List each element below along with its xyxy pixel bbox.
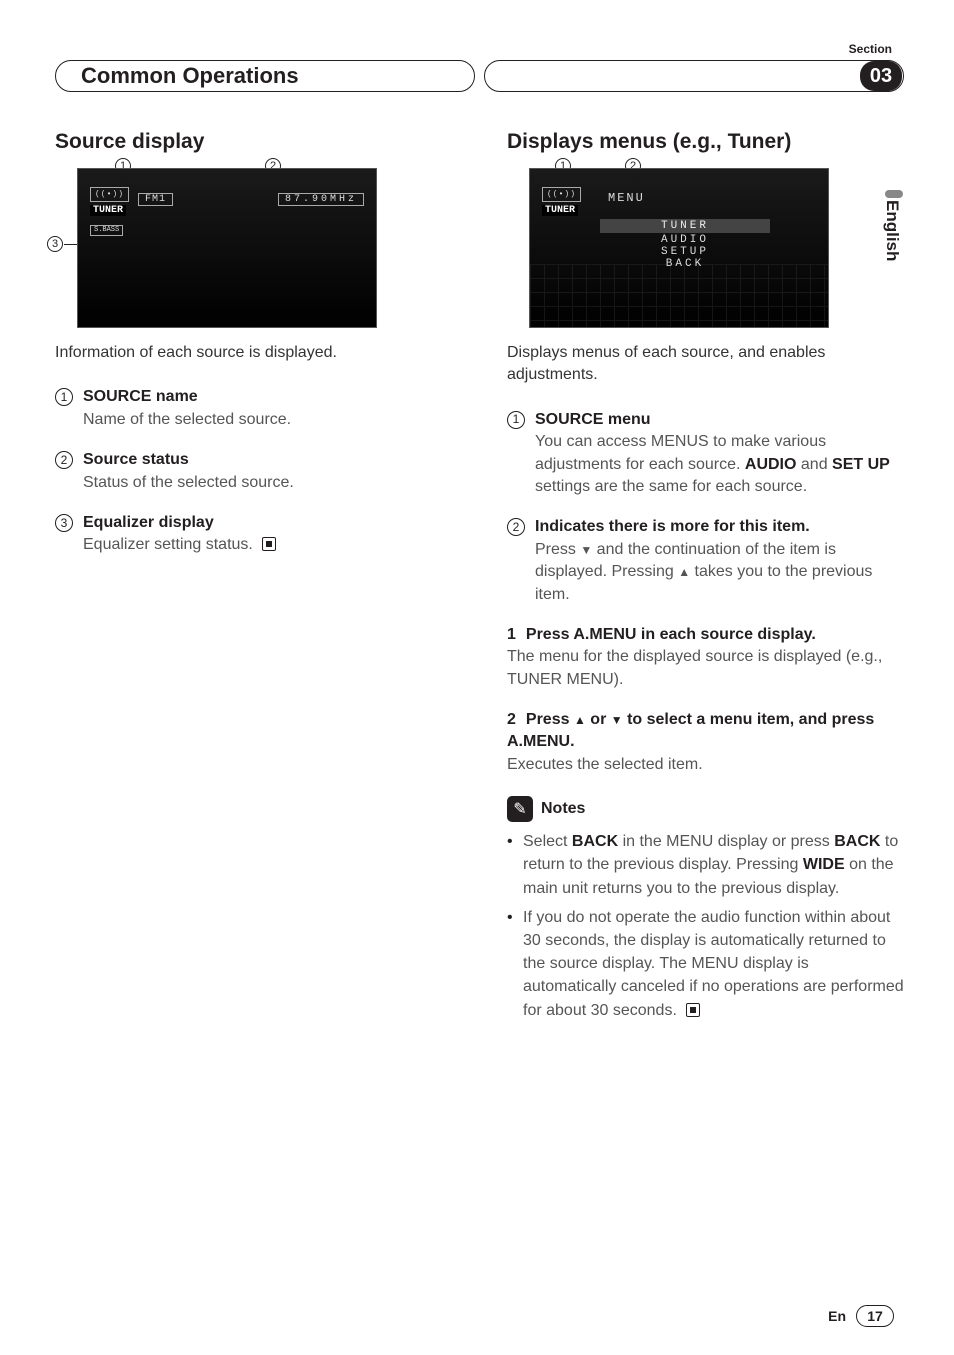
- circle-3: 3: [55, 514, 73, 532]
- lcd-sbass: S.BASS: [90, 225, 123, 236]
- footer-page-number: 17: [856, 1305, 894, 1327]
- item-source-status: 2 Source status Status of the selected s…: [55, 449, 452, 494]
- lcd-menu-tuner-label: TUNER: [542, 205, 578, 216]
- item-desc-r1: You can access MENUS to make various adj…: [535, 431, 904, 498]
- item-equalizer: 3 Equalizer display Equalizer setting st…: [55, 512, 452, 557]
- item-source-name: 1 SOURCE name Name of the selected sourc…: [55, 386, 452, 431]
- source-display-figure: 1 2 3 ((•)) TUNER FM1 87.90MHz S.BASS: [55, 168, 452, 328]
- item-desc-2: Status of the selected source.: [83, 472, 452, 494]
- step-num-2: 2: [507, 711, 516, 728]
- page-footer: En 17: [828, 1305, 894, 1327]
- item-source-menu: 1 SOURCE menu You can access MENUS to ma…: [507, 409, 904, 499]
- lcd-band: FM1: [138, 193, 173, 206]
- chapter-title: Common Operations: [81, 63, 299, 89]
- chapter-title-capsule: Common Operations: [55, 60, 475, 92]
- lcd-menu-title: MENU: [608, 191, 645, 205]
- lcd-frequency: 87.90MHz: [278, 193, 364, 206]
- down-arrow-icon: ▼: [580, 543, 592, 557]
- notes-title: Notes: [541, 800, 585, 818]
- lcd-tuner-icon: ((•)): [90, 187, 129, 202]
- source-display-caption: Information of each source is displayed.: [55, 342, 452, 364]
- notes-header: ✎ Notes: [507, 796, 904, 822]
- lcd-menu: ((•)) TUNER MENU TUNER AUDIO SETUP BACK: [529, 168, 829, 328]
- item-desc-r2: Press ▼ and the continuation of the item…: [535, 539, 904, 606]
- section-label: Section: [849, 42, 892, 56]
- note-2: If you do not operate the audio function…: [507, 906, 904, 1022]
- menus-caption: Displays menus of each source, and enabl…: [507, 342, 904, 387]
- menus-heading: Displays menus (e.g., Tuner): [507, 130, 904, 154]
- source-display-heading: Source display: [55, 130, 452, 154]
- callout-3: 3: [47, 236, 63, 252]
- circle-r1: 1: [507, 411, 525, 429]
- item-title-1: SOURCE name: [83, 388, 198, 405]
- item-title-2: Source status: [83, 451, 189, 468]
- up-arrow-icon: ▲: [678, 565, 690, 579]
- step-2: 2Press ▲ or ▼ to select a menu item, and…: [507, 709, 904, 776]
- item-title-r2: Indicates there is more for this item.: [535, 518, 810, 535]
- end-mark-icon: [262, 537, 276, 551]
- circle-1: 1: [55, 388, 73, 406]
- lcd-source: ((•)) TUNER FM1 87.90MHz S.BASS: [77, 168, 377, 328]
- menu-item-setup: SETUP: [600, 246, 770, 258]
- item-desc-3: Equalizer setting status.: [83, 534, 452, 556]
- end-mark-icon: [686, 1003, 700, 1017]
- menu-item-back: BACK: [600, 258, 770, 270]
- up-arrow-icon: ▲: [574, 713, 586, 727]
- menu-figure: 1 2 ((•)) TUNER MENU TUNER AUDIO SETUP B…: [507, 168, 904, 328]
- item-title-r1: SOURCE menu: [535, 411, 651, 428]
- menu-item-audio: AUDIO: [600, 234, 770, 246]
- item-more-indicator: 2 Indicates there is more for this item.…: [507, 516, 904, 606]
- item-desc-1: Name of the selected source.: [83, 409, 452, 431]
- down-arrow-icon: ▼: [611, 713, 623, 727]
- step-1: 1Press A.MENU in each source display. Th…: [507, 624, 904, 691]
- notes-icon: ✎: [507, 796, 533, 822]
- chapter-number-badge: 03: [860, 61, 902, 91]
- chapter-number-capsule: 03: [484, 60, 904, 92]
- lcd-menu-tuner-icon: ((•)): [542, 187, 581, 202]
- step-num-1: 1: [507, 626, 516, 643]
- circle-r2: 2: [507, 518, 525, 536]
- note-1: Select BACK in the MENU display or press…: [507, 830, 904, 900]
- circle-2: 2: [55, 451, 73, 469]
- step-desc-2: Executes the selected item.: [507, 754, 904, 776]
- lcd-tuner-label: TUNER: [90, 205, 126, 216]
- item-title-3: Equalizer display: [83, 514, 214, 531]
- step-desc-1: The menu for the displayed source is dis…: [507, 646, 904, 691]
- footer-lang: En: [828, 1308, 846, 1324]
- menu-item-tuner: TUNER: [600, 219, 770, 233]
